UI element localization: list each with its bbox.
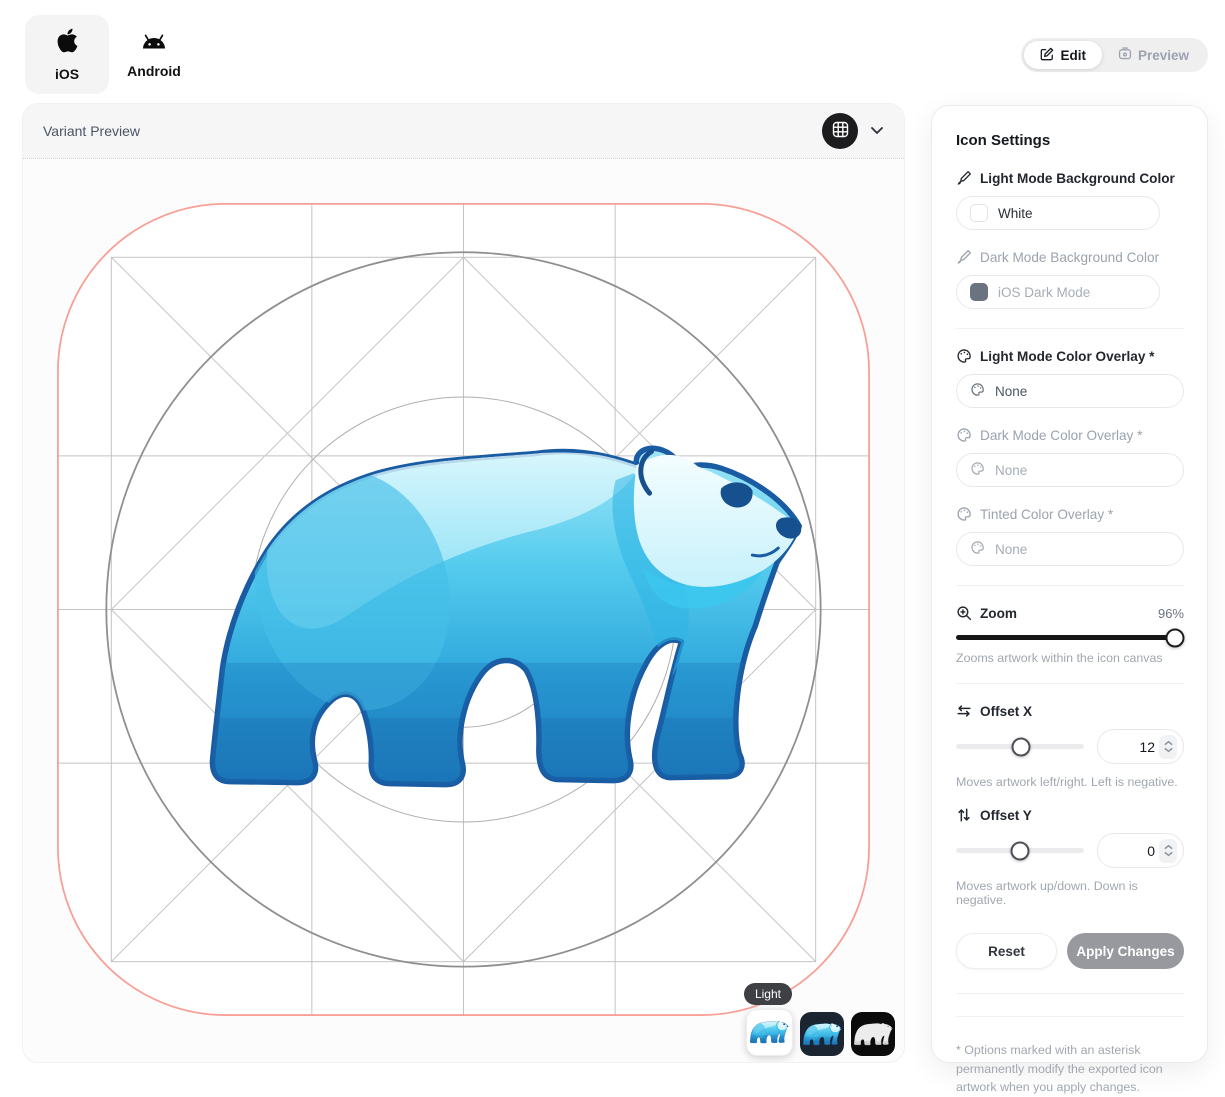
icon-canvas: Light (23, 159, 904, 1063)
tab-ios-label: iOS (55, 66, 79, 82)
offset-x-input-pill (1097, 729, 1184, 764)
tab-android[interactable]: Android (120, 19, 188, 91)
asterisk-footnote: * Options marked with an asterisk perman… (956, 1041, 1184, 1097)
offset-y-input-pill (1097, 833, 1184, 868)
palette-icon (970, 461, 985, 479)
dark-bg-select[interactable]: iOS Dark Mode (956, 275, 1160, 309)
preview-button[interactable]: Preview (1102, 41, 1205, 69)
offset-y-label-row: Offset Y (956, 807, 1184, 823)
chevron-down-icon[interactable] (870, 122, 884, 140)
offset-y-input[interactable] (1115, 843, 1155, 859)
preview-eye-icon (1118, 47, 1132, 64)
offset-y-label: Offset Y (980, 808, 1032, 823)
divider (956, 585, 1184, 586)
offset-x-input[interactable] (1115, 739, 1155, 755)
thumbnail-light[interactable] (746, 1009, 793, 1056)
palette-icon (956, 506, 972, 522)
edit-pencil-icon (1040, 47, 1054, 64)
paintbrush-icon (956, 249, 972, 265)
dark-bg-value: iOS Dark Mode (998, 285, 1090, 300)
palette-icon (956, 348, 972, 364)
palette-icon (970, 540, 985, 558)
variant-preview-panel: Variant Preview (22, 103, 905, 1063)
divider (956, 683, 1184, 684)
light-bg-label-row: Light Mode Background Color (956, 170, 1184, 186)
tab-ios[interactable]: iOS (25, 15, 109, 94)
dark-overlay-select[interactable]: None (956, 453, 1184, 487)
apple-icon (56, 27, 79, 59)
tab-android-label: Android (127, 63, 181, 79)
offset-x-label: Offset X (980, 704, 1032, 719)
preview-button-label: Preview (1138, 48, 1189, 63)
light-overlay-label-row: Light Mode Color Overlay * (956, 348, 1184, 364)
light-overlay-value: None (995, 384, 1027, 399)
edit-preview-toggle: Edit Preview (1021, 38, 1208, 72)
offset-y-slider-thumb[interactable] (1011, 841, 1030, 860)
light-bg-label: Light Mode Background Color (980, 171, 1175, 186)
offset-x-caption: Moves artwork left/right. Left is negati… (956, 775, 1184, 789)
divider (956, 993, 1184, 994)
variant-thumbnails (746, 1009, 895, 1056)
thumbnail-dark[interactable] (800, 1012, 844, 1056)
zoom-label: Zoom (980, 606, 1017, 621)
palette-icon (956, 427, 972, 443)
light-bg-select[interactable]: White (956, 196, 1160, 230)
tinted-overlay-value: None (995, 542, 1027, 557)
tinted-overlay-select[interactable]: None (956, 532, 1184, 566)
light-overlay-select[interactable]: None (956, 374, 1184, 408)
offset-y-caption: Moves artwork up/down. Down is negative. (956, 879, 1184, 907)
grid-view-button[interactable] (822, 113, 858, 149)
android-icon (139, 31, 169, 56)
paintbrush-icon (956, 170, 972, 186)
zoom-in-icon (956, 605, 972, 621)
zoom-value: 96% (1158, 606, 1184, 621)
dark-overlay-value: None (995, 463, 1027, 478)
tinted-overlay-label-row: Tinted Color Overlay * (956, 506, 1184, 522)
light-bg-value: White (998, 206, 1033, 221)
offset-x-slider-thumb[interactable] (1012, 737, 1031, 756)
dark-bg-label: Dark Mode Background Color (980, 250, 1159, 265)
zoom-slider-thumb[interactable] (1165, 628, 1184, 647)
zoom-label-row: Zoom (956, 605, 1017, 621)
zoom-slider[interactable] (956, 635, 1184, 640)
variant-preview-title: Variant Preview (43, 123, 140, 139)
dark-overlay-label: Dark Mode Color Overlay * (980, 428, 1142, 443)
palette-icon (970, 382, 985, 400)
thumbnail-tinted[interactable] (851, 1012, 895, 1056)
variant-tooltip: Light (744, 983, 792, 1005)
zoom-caption: Zooms artwork within the icon canvas (956, 651, 1184, 665)
dark-overlay-label-row: Dark Mode Color Overlay * (956, 427, 1184, 443)
edit-button[interactable]: Edit (1024, 41, 1102, 69)
light-overlay-label: Light Mode Color Overlay * (980, 349, 1154, 364)
apply-changes-button[interactable]: Apply Changes (1067, 933, 1184, 969)
dark-bg-label-row: Dark Mode Background Color (956, 249, 1184, 265)
offset-y-slider[interactable] (956, 848, 1084, 853)
divider (956, 1016, 1184, 1017)
offset-x-label-row: Offset X (956, 703, 1184, 719)
arrows-vertical-icon (956, 807, 972, 823)
white-swatch (970, 204, 988, 222)
settings-title: Icon Settings (956, 132, 1184, 149)
icon-grid-canvas (23, 159, 904, 1062)
variant-preview-header: Variant Preview (23, 104, 904, 159)
arrows-horizontal-icon (956, 703, 972, 719)
offset-x-stepper[interactable] (1159, 735, 1177, 759)
offset-y-stepper[interactable] (1159, 839, 1177, 863)
tinted-overlay-label: Tinted Color Overlay * (980, 507, 1113, 522)
grid-icon (832, 121, 849, 141)
reset-button[interactable]: Reset (956, 933, 1057, 969)
offset-x-slider[interactable] (956, 744, 1084, 749)
icon-settings-panel: Icon Settings Light Mode Background Colo… (931, 105, 1208, 1063)
dark-swatch (970, 283, 988, 301)
divider (956, 328, 1184, 329)
edit-button-label: Edit (1060, 48, 1086, 63)
